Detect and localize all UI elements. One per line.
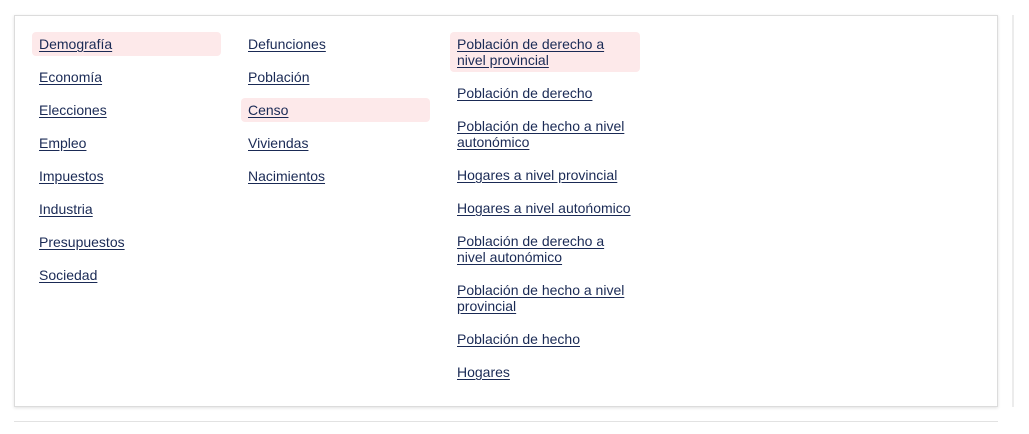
dataset-item[interactable]: Población de hecho a nivel autonómico — [450, 114, 640, 154]
dataset-item[interactable]: Población de hecho — [450, 327, 640, 351]
subcategory-item-defunciones[interactable]: Defunciones — [241, 32, 430, 56]
subcategory-item-censo[interactable]: Censo — [241, 98, 430, 122]
bottom-divider — [14, 421, 998, 422]
dataset-item[interactable]: Población de derecho — [450, 81, 640, 105]
dataset-item[interactable]: Población de hecho a nivel provincial — [450, 278, 640, 318]
category-item-presupuestos[interactable]: Presupuestos — [32, 230, 221, 254]
dataset-item[interactable]: Hogares a nivel provincial — [450, 163, 640, 187]
dataset-list: Población de derecho a nivel provincial … — [450, 32, 640, 393]
category-item-industria[interactable]: Industria — [32, 197, 221, 221]
category-item-sociedad[interactable]: Sociedad — [32, 263, 221, 287]
category-item-impuestos[interactable]: Impuestos — [32, 164, 221, 188]
page-edge-divider — [1012, 15, 1014, 407]
subcategory-item-viviendas[interactable]: Viviendas — [241, 131, 430, 155]
dataset-item[interactable]: Población de derecho a nivel autonómico — [450, 229, 640, 269]
category-item-elecciones[interactable]: Elecciones — [32, 98, 221, 122]
subcategory-item-poblacion[interactable]: Población — [241, 65, 430, 89]
dataset-item[interactable]: Hogares a nivel autońomico — [450, 196, 640, 220]
category-item-empleo[interactable]: Empleo — [32, 131, 221, 155]
menu-panel: Demografía Economía Elecciones Empleo Im… — [14, 15, 998, 407]
category-item-economia[interactable]: Economía — [32, 65, 221, 89]
subcategory-item-nacimientos[interactable]: Nacimientos — [241, 164, 430, 188]
subcategory-list: Defunciones Población Censo Viviendas Na… — [241, 32, 430, 197]
dataset-item[interactable]: Población de derecho a nivel provincial — [450, 32, 640, 72]
category-item-demografia[interactable]: Demografía — [32, 32, 221, 56]
category-list: Demografía Economía Elecciones Empleo Im… — [32, 32, 221, 296]
dataset-item[interactable]: Hogares — [450, 360, 640, 384]
